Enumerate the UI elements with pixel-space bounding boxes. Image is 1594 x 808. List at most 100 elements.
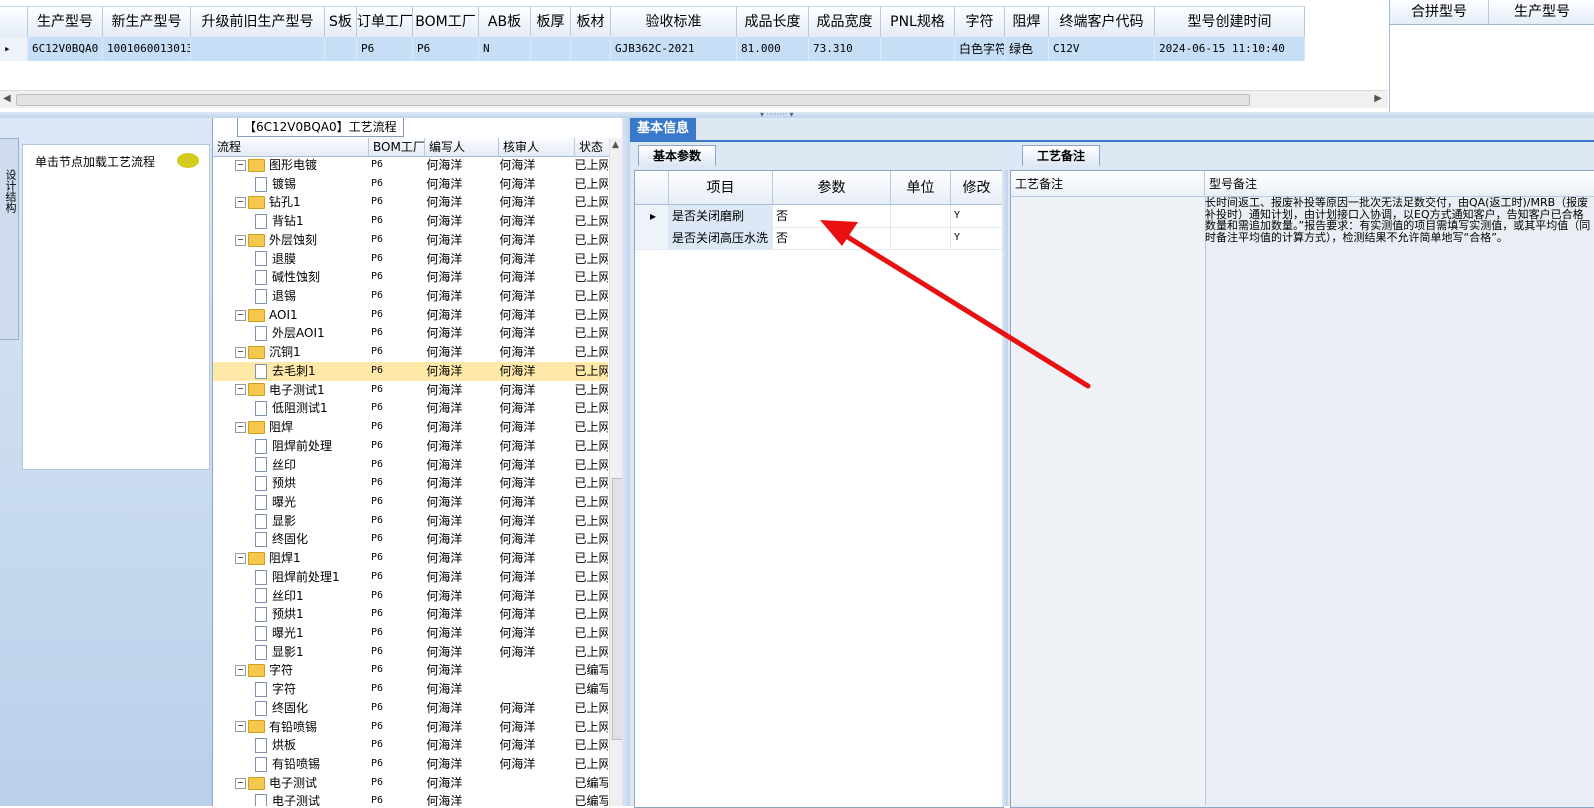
scroll-right-icon[interactable]: ▶ bbox=[1374, 93, 1382, 104]
tree-node[interactable]: 碱性蚀刻 bbox=[213, 268, 367, 287]
model-grid-header-15[interactable]: 终端客户代码 bbox=[1049, 7, 1155, 37]
model-grid-header-5[interactable]: BOM工厂 bbox=[413, 7, 479, 37]
param-row[interactable]: 是否关闭高压水洗否 Y bbox=[635, 227, 1003, 250]
tree-row[interactable]: − 电子测试1 P6 何海洋 何海洋 已上网 bbox=[213, 381, 608, 400]
model-grid-header-3[interactable]: S板 bbox=[325, 7, 357, 37]
tree-row[interactable]: 退锡 P6 何海洋 何海洋 已上网 bbox=[213, 287, 608, 306]
model-grid-cell-14[interactable]: 绿色 bbox=[1005, 37, 1049, 61]
tree-row[interactable]: 阻焊前处理 P6 何海洋 何海洋 已上网 bbox=[213, 437, 608, 456]
tree-node[interactable]: − 有铅喷锡 bbox=[213, 718, 367, 737]
model-grid-header-10[interactable]: 成品长度 bbox=[737, 7, 809, 37]
collapse-toggle-icon[interactable]: − bbox=[235, 309, 246, 321]
collapse-toggle-icon[interactable]: − bbox=[235, 552, 246, 564]
model-grid-cell-12[interactable] bbox=[881, 37, 955, 61]
tree-row[interactable]: − 沉铜1 P6 何海洋 何海洋 已上网 bbox=[213, 343, 608, 362]
model-grid-cell-2[interactable] bbox=[191, 37, 325, 61]
tree-node[interactable]: 显影 bbox=[213, 512, 367, 531]
tree-row[interactable]: 丝印1 P6 何海洋 何海洋 已上网 bbox=[213, 587, 608, 606]
model-grid-row[interactable]: ▸ 6C12V0BQA0 10010600130132 P6 P6 N GJB362C-20… bbox=[0, 37, 1305, 61]
tree-node[interactable]: 烘板 bbox=[213, 736, 367, 755]
model-grid-header-12[interactable]: PNL规格 bbox=[881, 7, 955, 37]
tree-header-0[interactable]: 流程 bbox=[213, 138, 369, 156]
model-grid-cell-0[interactable]: 6C12V0BQA0 bbox=[28, 37, 103, 61]
tree-node[interactable]: 退锡 bbox=[213, 287, 367, 306]
tree-row[interactable]: 镀锡 P6 何海洋 何海洋 已上网 bbox=[213, 175, 608, 194]
tree-node[interactable]: 有铅喷锡 bbox=[213, 755, 367, 774]
collapse-toggle-icon[interactable]: − bbox=[235, 197, 246, 209]
collapse-toggle-icon[interactable]: − bbox=[235, 384, 246, 396]
tree-node[interactable]: − 钻孔1 bbox=[213, 193, 367, 212]
model-grid-cell-1[interactable]: 10010600130132 bbox=[103, 37, 191, 61]
param-cell-value[interactable]: 否 bbox=[773, 205, 891, 227]
collapse-toggle-icon[interactable]: − bbox=[235, 234, 246, 246]
tree-node[interactable]: 去毛刺1 bbox=[213, 362, 367, 381]
tree-row[interactable]: − 钻孔1 P6 何海洋 何海洋 已上网 bbox=[213, 193, 608, 212]
tree-row[interactable]: 显影1 P6 何海洋 何海洋 已上网 bbox=[213, 643, 608, 662]
tree-row[interactable]: 显影 P6 何海洋 何海洋 已上网 bbox=[213, 512, 608, 531]
collapse-toggle-icon[interactable]: − bbox=[235, 721, 246, 733]
model-grid-header-8[interactable]: 板材 bbox=[571, 7, 611, 37]
model-grid-cell-10[interactable]: 81.000 bbox=[737, 37, 809, 61]
tree-splitter[interactable] bbox=[622, 118, 630, 806]
tree-header-3[interactable]: 核审人 bbox=[499, 138, 575, 156]
load-process-panel[interactable]: 单击节点加载工艺流程 bbox=[22, 144, 210, 470]
tree-header-2[interactable]: 编写人 bbox=[425, 138, 499, 156]
tree-node[interactable]: 显影1 bbox=[213, 643, 367, 662]
param-row[interactable]: ▸ 是否关闭磨刷否 Y bbox=[635, 205, 1003, 228]
tree-node[interactable]: 终固化 bbox=[213, 699, 367, 718]
tree-row[interactable]: 背钻1 P6 何海洋 何海洋 已上网 bbox=[213, 212, 608, 231]
tree-row[interactable]: 有铅喷锡 P6 何海洋 何海洋 已上网 bbox=[213, 755, 608, 774]
process-tree[interactable]: − 图形电镀 P6 何海洋 何海洋 已上网 镀锡 P6 何海洋 何海洋 已上网 − 钻孔1 P6 何海洋 何海… bbox=[213, 156, 608, 806]
tree-row[interactable]: − 电子测试 P6 何海洋 已编写 bbox=[213, 774, 608, 793]
tree-row[interactable]: 阻焊前处理1 P6 何海洋 何海洋 已上网 bbox=[213, 568, 608, 587]
tree-node[interactable]: 阻焊前处理 bbox=[213, 437, 367, 456]
tree-node[interactable]: − 阻焊 bbox=[213, 418, 367, 437]
process-remark-cell[interactable] bbox=[1011, 197, 1206, 805]
model-grid-header-4[interactable]: 订单工厂 bbox=[357, 7, 413, 37]
tree-row[interactable]: − 阻焊1 P6 何海洋 何海洋 已上网 bbox=[213, 549, 608, 568]
tree-row[interactable]: − 图形电镀 P6 何海洋 何海洋 已上网 bbox=[213, 156, 608, 175]
scrollbar-thumb[interactable] bbox=[16, 94, 1250, 106]
tree-node[interactable]: − AOI1 bbox=[213, 306, 367, 325]
tree-row[interactable]: 字符 P6 何海洋 已编写 bbox=[213, 680, 608, 699]
tree-node[interactable]: 字符 bbox=[213, 680, 367, 699]
tree-node[interactable]: 电子测试 bbox=[213, 792, 367, 806]
tree-row[interactable]: 电子测试 P6 何海洋 已编写 bbox=[213, 792, 608, 806]
tree-row[interactable]: − 字符 P6 何海洋 已编写 bbox=[213, 661, 608, 680]
collapse-toggle-icon[interactable]: − bbox=[235, 777, 246, 789]
tree-header-4[interactable]: 状态 bbox=[575, 138, 613, 156]
model-grid-cell-7[interactable] bbox=[531, 37, 571, 61]
design-structure-tab[interactable]: 设计结构 bbox=[0, 138, 19, 340]
tab-process-remark[interactable]: 工艺备注 bbox=[1022, 145, 1101, 166]
tree-node[interactable]: 丝印1 bbox=[213, 587, 367, 606]
model-grid-cell-15[interactable]: C12V bbox=[1049, 37, 1155, 61]
model-grid-header-1[interactable]: 新生产型号 bbox=[103, 7, 191, 37]
model-grid-cell-8[interactable] bbox=[571, 37, 611, 61]
horizontal-scrollbar[interactable]: ◀ ▶ bbox=[0, 90, 1388, 108]
tree-row[interactable]: 预烘1 P6 何海洋 何海洋 已上网 bbox=[213, 605, 608, 624]
collapse-toggle-icon[interactable]: − bbox=[235, 159, 246, 171]
model-grid-header-7[interactable]: 板厚 bbox=[531, 7, 571, 37]
model-grid-header-14[interactable]: 阻焊 bbox=[1005, 7, 1049, 37]
model-grid-header-11[interactable]: 成品宽度 bbox=[809, 7, 881, 37]
collapse-toggle-icon[interactable]: − bbox=[235, 347, 246, 359]
tree-node[interactable]: 预烘 bbox=[213, 474, 367, 493]
tree-node[interactable]: 阻焊前处理1 bbox=[213, 568, 367, 587]
scroll-left-icon[interactable]: ◀ bbox=[3, 93, 11, 104]
model-grid-cell-4[interactable]: P6 bbox=[357, 37, 413, 61]
model-grid-cell-5[interactable]: P6 bbox=[413, 37, 479, 61]
tree-row[interactable]: − 外层蚀刻 P6 何海洋 何海洋 已上网 bbox=[213, 231, 608, 250]
model-grid-cell-6[interactable]: N bbox=[479, 37, 531, 61]
tree-row[interactable]: 丝印 P6 何海洋 何海洋 已上网 bbox=[213, 456, 608, 475]
tree-node[interactable]: − 字符 bbox=[213, 661, 367, 680]
tree-row[interactable]: 碱性蚀刻 P6 何海洋 何海洋 已上网 bbox=[213, 268, 608, 287]
collapse-toggle-icon[interactable]: − bbox=[235, 665, 246, 677]
model-remark-text[interactable]: 长时间返工、报废补投等原因一批次无法足数交付，由QA(返工时)/MRB（报废补投… bbox=[1205, 197, 1593, 243]
tab-basic-params[interactable]: 基本参数 bbox=[638, 145, 717, 166]
tree-row[interactable]: 终固化 P6 何海洋 何海洋 已上网 bbox=[213, 530, 608, 549]
model-grid-header-0[interactable]: 生产型号 bbox=[28, 7, 103, 37]
param-cell-value[interactable]: 否 bbox=[773, 227, 891, 249]
tree-node[interactable]: − 阻焊1 bbox=[213, 549, 367, 568]
tree-row[interactable]: 终固化 P6 何海洋 何海洋 已上网 bbox=[213, 699, 608, 718]
tree-node[interactable]: − 图形电镀 bbox=[213, 156, 367, 175]
